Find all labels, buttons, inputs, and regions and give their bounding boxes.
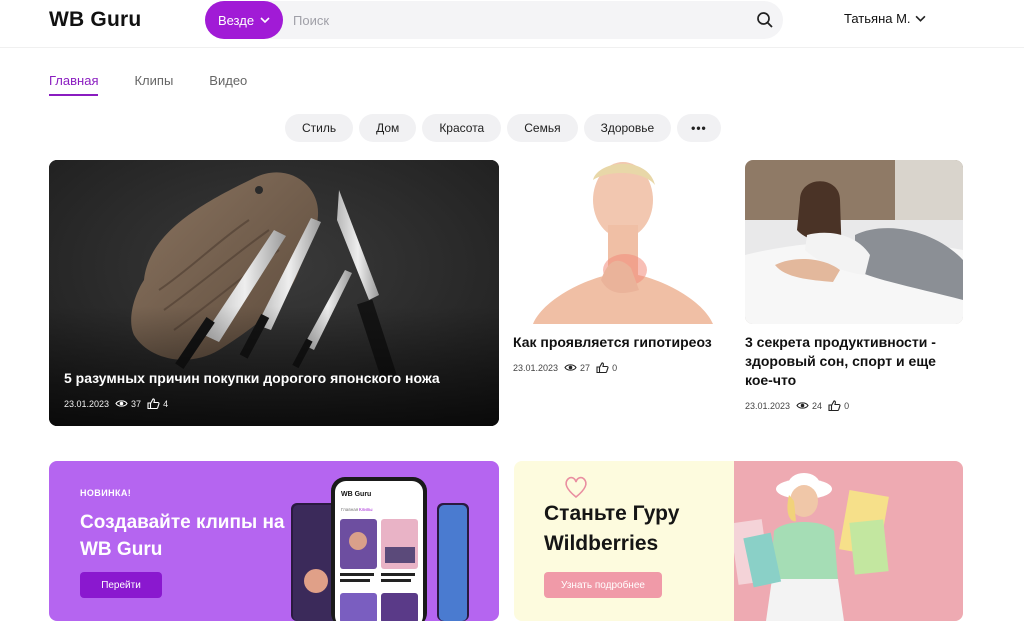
- clips-promo-banner[interactable]: WB Guru Главная Клипы НОВИНКА! Создавайт…: [49, 461, 499, 621]
- article-card-productivity[interactable]: 3 секрета продуктивности - здоровый сон,…: [745, 160, 963, 411]
- category-chip-home[interactable]: Дом: [359, 114, 417, 142]
- eye-icon: [564, 364, 577, 371]
- phone-tab-clips: Клипы: [359, 507, 372, 512]
- thumbs-up-icon[interactable]: [596, 362, 609, 373]
- search-icon[interactable]: [756, 11, 774, 29]
- top-header: WB Guru Везде Татьяна М.: [0, 0, 1024, 48]
- category-chip-beauty[interactable]: Красота: [422, 114, 502, 142]
- article-image: [745, 160, 963, 324]
- search-input[interactable]: [293, 10, 733, 30]
- site-logo[interactable]: WB Guru: [49, 8, 141, 32]
- views-count: 27: [580, 362, 591, 373]
- tab-home[interactable]: Главная: [49, 73, 99, 96]
- phone-logo: WB Guru: [341, 491, 371, 498]
- tab-video[interactable]: Видео: [209, 73, 247, 96]
- search-scope-label: Везде: [217, 12, 255, 28]
- guru-banner-title: Станьте Гуру Wildberries: [544, 502, 680, 555]
- user-name: Татьяна М.: [844, 11, 911, 26]
- likes-count: 0: [612, 362, 618, 373]
- article-card-hypothyroidism[interactable]: Как проявляется гипотиреоз 23.01.2023 27…: [513, 160, 731, 373]
- category-chip-health[interactable]: Здоровье: [583, 114, 672, 142]
- category-chip-family[interactable]: Семья: [507, 114, 578, 142]
- learn-more-button[interactable]: Узнать подробнее: [544, 572, 662, 598]
- search-bar: Везде: [205, 1, 783, 39]
- more-categories-button[interactable]: •••: [677, 114, 721, 142]
- phone-tab-home: Главная: [341, 507, 359, 512]
- eye-icon: [796, 402, 809, 409]
- chevron-down-icon: [260, 17, 270, 24]
- search-scope-dropdown[interactable]: Везде: [205, 1, 283, 39]
- hero-article-meta: 23.01.2023 37 4: [64, 398, 168, 409]
- heart-doodle-icon: [565, 476, 587, 499]
- hero-article-card[interactable]: 5 разумных причин покупки дорогого японс…: [49, 160, 499, 426]
- category-chip-style[interactable]: Стиль: [285, 114, 354, 142]
- eye-icon: [115, 400, 128, 407]
- user-menu[interactable]: Татьяна М.: [844, 11, 926, 26]
- likes-count: 4: [163, 398, 169, 409]
- likes-count: 0: [844, 400, 850, 411]
- article-image: [513, 160, 731, 324]
- article-title: 3 секрета продуктивности - здоровый сон,…: [745, 334, 936, 388]
- tab-clips[interactable]: Клипы: [134, 73, 173, 96]
- article-meta: 23.01.2023 24 0: [745, 400, 963, 411]
- thumbs-up-icon[interactable]: [147, 398, 160, 409]
- clips-banner-title: Создавайте клипы на WB Guru: [80, 512, 285, 560]
- become-guru-banner[interactable]: Станьте Гуру Wildberries Узнать подробне…: [514, 461, 963, 621]
- hero-article-image: [49, 160, 499, 426]
- shopping-woman-illustration: [734, 461, 963, 621]
- views-count: 24: [812, 400, 823, 411]
- hero-article-title: 5 разумных причин покупки дорогого японс…: [64, 370, 440, 386]
- article-title: Как проявляется гипотиреоз: [513, 334, 712, 350]
- content-tabs: Главная Клипы Видео: [49, 73, 247, 96]
- phone-mockup-illustration: WB Guru Главная Клипы: [291, 477, 469, 621]
- article-meta: 23.01.2023 27 0: [513, 362, 731, 373]
- views-count: 37: [131, 398, 142, 409]
- article-date: 23.01.2023: [513, 362, 559, 373]
- thumbs-up-icon[interactable]: [828, 400, 841, 411]
- new-badge: НОВИНКА!: [80, 488, 132, 498]
- go-to-clips-button[interactable]: Перейти: [80, 572, 162, 598]
- chevron-down-icon: [915, 15, 926, 22]
- article-date: 23.01.2023: [745, 400, 791, 411]
- category-filter: Стиль Дом Красота Семья Здоровье •••: [285, 114, 721, 142]
- article-date: 23.01.2023: [64, 398, 110, 409]
